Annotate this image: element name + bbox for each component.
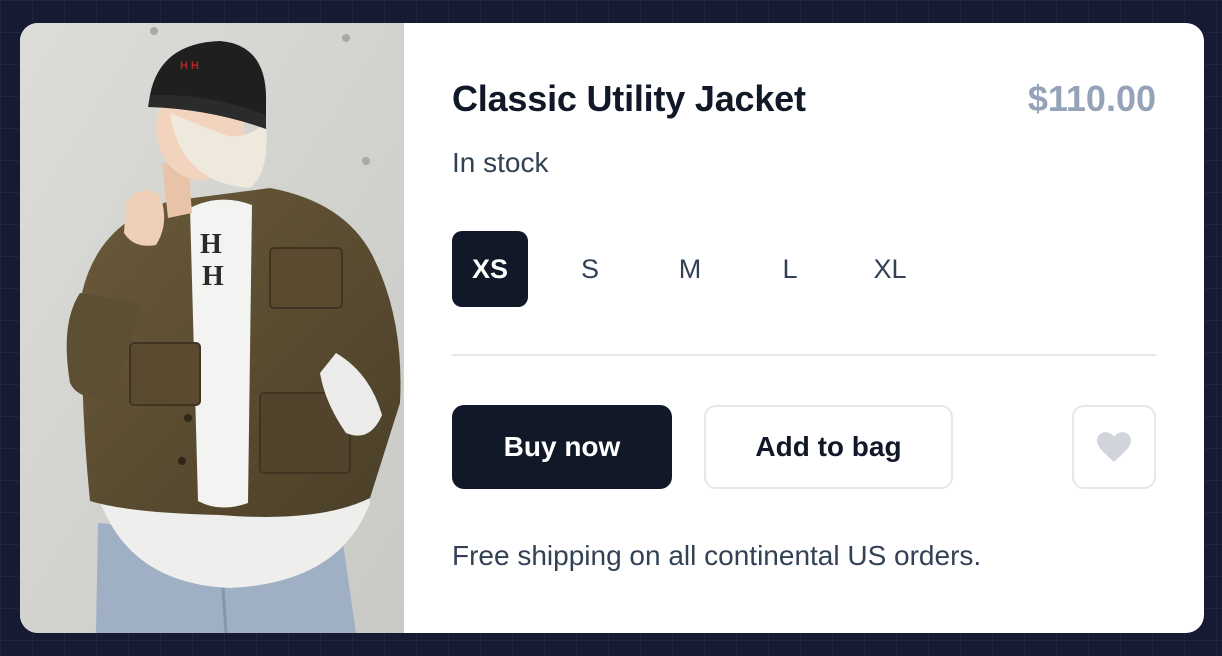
- size-selector: XS S M L XL: [452, 231, 928, 307]
- svg-text:H: H: [202, 261, 224, 292]
- product-info: Classic Utility Jacket $110.00 In stock …: [404, 23, 1204, 633]
- product-card: H H H H Classic Utility Jacket $110.00 I…: [20, 23, 1204, 633]
- stock-status: In stock: [452, 147, 549, 178]
- favorite-button[interactable]: [1072, 405, 1156, 489]
- size-option-m[interactable]: M: [652, 231, 728, 307]
- shipping-note: Free shipping on all continental US orde…: [452, 540, 982, 571]
- size-option-l[interactable]: L: [752, 231, 828, 307]
- add-to-bag-button[interactable]: Add to bag: [704, 405, 953, 489]
- svg-text:H: H: [200, 229, 222, 260]
- product-price: $110.00: [1027, 78, 1156, 119]
- product-photo-illustration: H H H H: [20, 23, 404, 633]
- product-image: H H H H: [20, 23, 404, 633]
- divider: [452, 354, 1156, 356]
- size-option-s[interactable]: S: [552, 231, 628, 307]
- buy-now-button[interactable]: Buy now: [452, 405, 672, 489]
- svg-text:H H: H H: [180, 60, 199, 72]
- size-option-xs[interactable]: XS: [452, 231, 528, 307]
- product-title: Classic Utility Jacket: [452, 78, 806, 119]
- heart-icon: [1097, 432, 1131, 462]
- size-option-xl[interactable]: XL: [852, 231, 928, 307]
